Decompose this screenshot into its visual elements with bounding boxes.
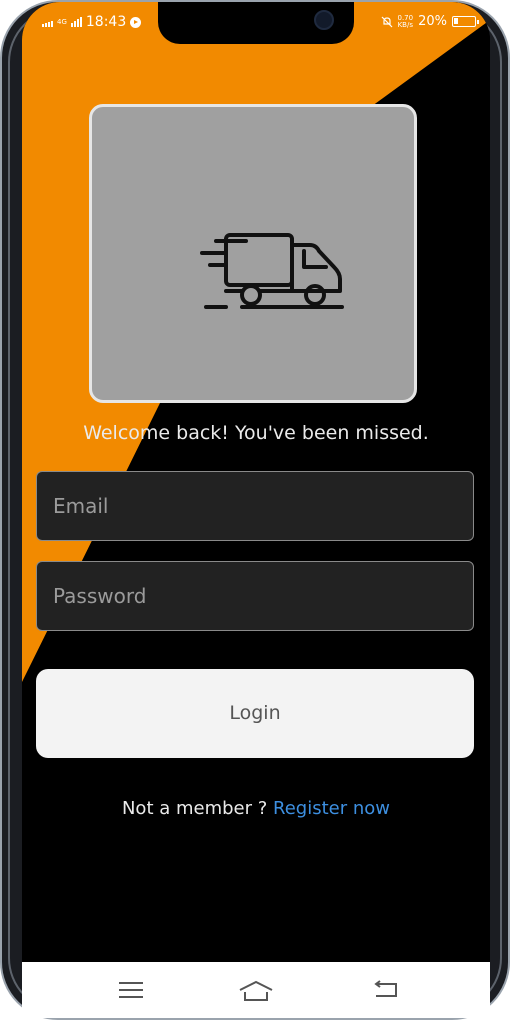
menu-icon[interactable] (118, 980, 144, 1000)
password-field[interactable]: Password (36, 561, 474, 631)
delivery-truck-icon (200, 233, 344, 309)
register-prompt: Not a member ? (121, 798, 268, 819)
back-icon[interactable] (372, 980, 400, 1000)
network-type: 4G (57, 17, 67, 26)
register-row: Not a member ? Register now (22, 798, 490, 819)
signal-icon-2 (70, 17, 82, 27)
app-screen: 4G 18:43 0.70 KB/s 20% Welcome back! You… (22, 2, 490, 1018)
network-speed: 0.70 KB/s (397, 13, 414, 29)
welcome-text: Welcome back! You've been missed. (83, 422, 429, 444)
status-right: 0.70 KB/s 20% (381, 13, 479, 29)
logo-card (89, 104, 417, 403)
login-button[interactable]: Login (36, 669, 474, 758)
battery-icon (452, 16, 479, 27)
signal-icon (42, 17, 53, 27)
status-left: 4G 18:43 (42, 14, 142, 30)
home-icon[interactable] (238, 980, 274, 1002)
battery-percent: 20% (418, 14, 447, 29)
register-link[interactable]: Register now (273, 798, 390, 819)
email-field[interactable]: Email (36, 471, 474, 541)
play-notification-icon (130, 16, 142, 28)
system-nav-bar (22, 962, 490, 1018)
status-bar: 4G 18:43 0.70 KB/s 20% (22, 2, 490, 46)
mute-bell-icon (381, 16, 392, 27)
status-time: 18:43 (85, 14, 127, 30)
